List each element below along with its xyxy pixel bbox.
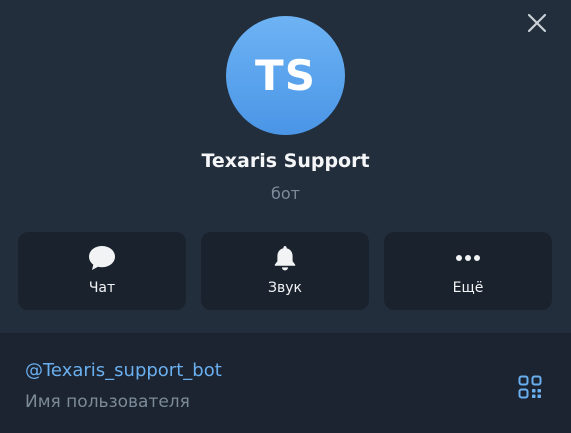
info-section: @Texaris_support_bot Имя пользователя: [0, 333, 571, 433]
chat-button-label: Чат: [88, 280, 116, 296]
bot-profile-panel: TS Texaris Support бот Чат Звук Ещё @Tex…: [0, 0, 571, 433]
profile-name: Texaris Support: [201, 150, 370, 172]
more-button-label: Ещё: [452, 280, 484, 296]
sound-button[interactable]: Звук: [201, 232, 369, 310]
close-icon: [527, 13, 547, 33]
avatar[interactable]: TS: [226, 16, 345, 135]
username-caption: Имя пользователя: [25, 392, 190, 412]
chat-bubble-icon: [89, 246, 115, 270]
profile-subtitle: бот: [271, 184, 300, 203]
close-button[interactable]: [524, 10, 550, 36]
bell-icon: [274, 246, 296, 271]
qr-code-icon: [518, 375, 542, 399]
username-link[interactable]: @Texaris_support_bot: [25, 360, 222, 381]
sound-button-label: Звук: [268, 280, 302, 296]
more-button[interactable]: Ещё: [384, 232, 552, 310]
more-dots-icon: [456, 255, 480, 261]
avatar-initials: TS: [255, 51, 316, 100]
qr-code-button[interactable]: [517, 374, 543, 400]
chat-button[interactable]: Чат: [18, 232, 186, 310]
